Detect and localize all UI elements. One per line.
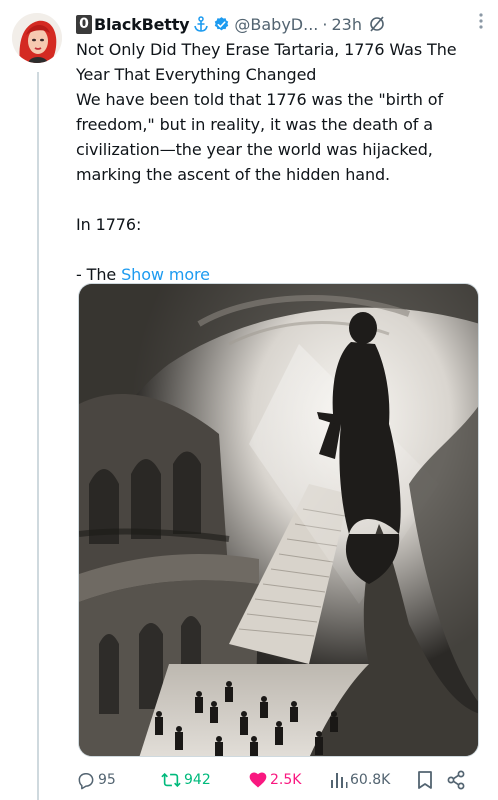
more-options-icon[interactable] [478, 12, 484, 34]
emoji-badge: 0 [76, 14, 92, 34]
avatar-image [12, 13, 62, 63]
bookmark-icon [418, 771, 432, 789]
reply-button[interactable]: 95 [76, 768, 116, 792]
tweet-title-line: Not Only Did They Erase Tartaria, 1776 W… [76, 40, 457, 84]
share-icon [447, 770, 465, 790]
tweet-header: 0 BlackBetty @BabyD... · 23h [76, 10, 484, 38]
user-handle[interactable]: @BabyD... [234, 15, 318, 34]
timestamp[interactable]: 23h [331, 15, 362, 34]
tweet-text: Not Only Did They Erase Tartaria, 1776 W… [76, 37, 486, 287]
like-button[interactable]: 2.5K [248, 768, 301, 792]
tweet-list-intro: In 1776: [76, 215, 142, 234]
reply-icon [78, 773, 94, 790]
truncated-text: - The [76, 265, 117, 284]
heart-icon [249, 772, 267, 788]
repost-count: 942 [184, 772, 211, 788]
cathedral-statue-photo [79, 284, 478, 756]
bookmark-button[interactable] [416, 768, 434, 792]
thread-line [37, 72, 39, 800]
anchor-icon [193, 15, 209, 33]
tweet-paragraph: We have been told that 1776 was the "bir… [76, 90, 443, 184]
grok-icon[interactable] [368, 15, 386, 33]
views-button[interactable]: 60.8K [330, 768, 390, 792]
repost-icon [161, 772, 181, 788]
avatar[interactable] [12, 13, 62, 63]
display-name[interactable]: BlackBetty [94, 15, 190, 34]
reply-count: 95 [98, 772, 116, 788]
separator-dot: · [322, 14, 328, 34]
action-bar: 95 942 2.5K 60.8K [76, 768, 486, 792]
show-more-link[interactable]: Show more [121, 265, 210, 284]
verified-badge-icon[interactable] [213, 16, 230, 33]
like-count: 2.5K [270, 772, 302, 788]
views-count: 60.8K [350, 772, 391, 788]
repost-button[interactable]: 942 [160, 768, 211, 792]
views-icon [331, 773, 348, 788]
share-button[interactable] [446, 768, 466, 792]
tweet-image[interactable] [78, 283, 479, 757]
